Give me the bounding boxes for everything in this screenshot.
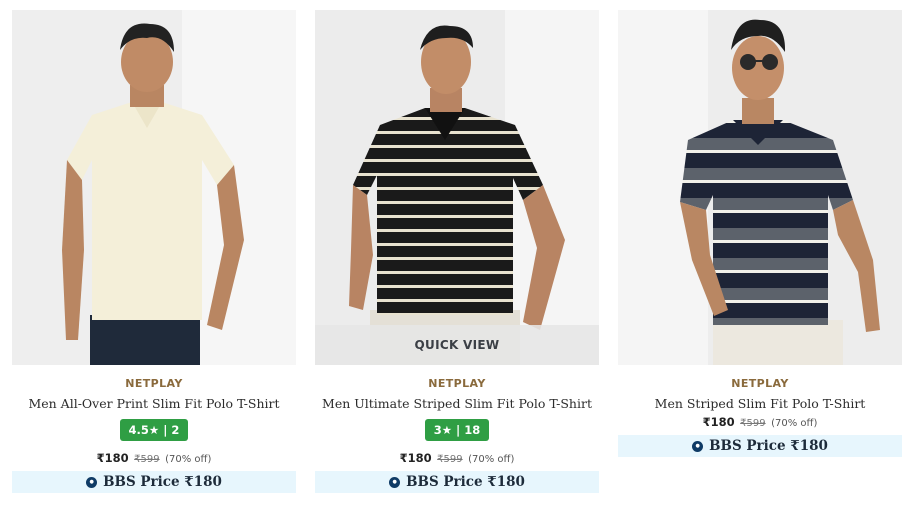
bbs-logo-icon: ●: [86, 476, 98, 488]
original-price: ₹599: [437, 454, 463, 465]
product-image[interactable]: [618, 10, 902, 365]
rating-badge: 4.5★ | 2: [119, 419, 189, 441]
discount-label: (70% off): [468, 454, 515, 465]
bbs-price-label: BBS Price ₹180: [406, 474, 525, 490]
product-name[interactable]: Men Ultimate Striped Slim Fit Polo T-Shi…: [315, 396, 599, 411]
original-price: ₹599: [740, 418, 766, 429]
bbs-price-label: BBS Price ₹180: [103, 474, 222, 490]
product-grid: NETPLAY Men All-Over Print Slim Fit Polo…: [0, 0, 914, 514]
price-row: ₹180 ₹599 (70% off): [315, 451, 599, 465]
product-image[interactable]: [12, 10, 296, 365]
product-name[interactable]: Men All-Over Print Slim Fit Polo T-Shirt: [12, 396, 296, 411]
bbs-price-banner: ● BBS Price ₹180: [315, 471, 599, 493]
sale-price: ₹180: [399, 451, 432, 465]
original-price: ₹599: [134, 454, 160, 465]
product-brand: NETPLAY: [428, 377, 486, 390]
quick-view-button[interactable]: QUICK VIEW: [315, 325, 599, 365]
bbs-price-label: BBS Price ₹180: [709, 438, 828, 454]
price-row: ₹180 ₹599 (70% off): [618, 415, 902, 429]
bbs-price-banner: ● BBS Price ₹180: [618, 435, 902, 457]
model-photo: [315, 10, 599, 365]
discount-label: (70% off): [771, 418, 818, 429]
product-name[interactable]: Men Striped Slim Fit Polo T-Shirt: [618, 396, 902, 411]
rating-badge: 3★ | 18: [424, 419, 490, 441]
product-image[interactable]: QUICK VIEW: [315, 10, 599, 365]
bbs-price-banner: ● BBS Price ₹180: [12, 471, 296, 493]
bbs-logo-icon: ●: [389, 476, 401, 488]
product-brand: NETPLAY: [125, 377, 183, 390]
sale-price: ₹180: [96, 451, 129, 465]
product-card[interactable]: QUICK VIEW NETPLAY Men Ultimate Striped …: [315, 10, 599, 493]
price-row: ₹180 ₹599 (70% off): [12, 451, 296, 465]
product-card[interactable]: NETPLAY Men All-Over Print Slim Fit Polo…: [12, 10, 296, 493]
model-photo: [618, 10, 902, 365]
sale-price: ₹180: [702, 415, 735, 429]
discount-label: (70% off): [165, 454, 212, 465]
bbs-logo-icon: ●: [692, 440, 704, 452]
model-photo: [12, 10, 296, 365]
product-card[interactable]: NETPLAY Men Striped Slim Fit Polo T-Shir…: [618, 10, 902, 457]
product-brand: NETPLAY: [731, 377, 789, 390]
